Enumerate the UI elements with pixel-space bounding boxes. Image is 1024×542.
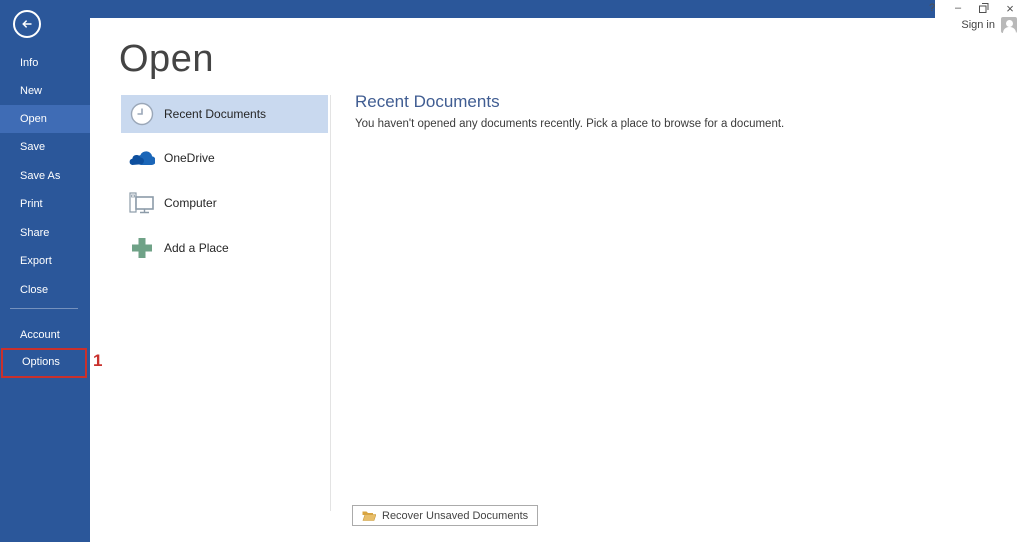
sidebar-item-print[interactable]: Print — [0, 190, 90, 218]
sidebar-item-share[interactable]: Share — [0, 219, 90, 247]
sidebar-item-account[interactable]: Account — [0, 321, 90, 349]
back-button[interactable] — [13, 10, 41, 38]
sidebar-item-export[interactable]: Export — [0, 247, 90, 275]
place-label: Recent Documents — [164, 107, 267, 121]
folder-icon — [362, 510, 376, 521]
panel-divider — [330, 95, 331, 511]
annotation-highlight-box: Options — [1, 348, 87, 378]
help-icon[interactable]: ? — [924, 1, 940, 15]
clock-icon — [129, 101, 155, 127]
sidebar-item-options[interactable]: Options — [2, 348, 92, 376]
place-item-add-a-place[interactable]: Add a Place — [121, 229, 328, 267]
place-label: OneDrive — [164, 151, 215, 165]
sidebar-item-save[interactable]: Save — [0, 133, 90, 161]
back-arrow-icon — [22, 20, 32, 28]
word-backstage-open-view: ? – × Sign in Info New Open Save Save As… — [0, 0, 1024, 542]
minimize-icon[interactable]: – — [950, 1, 966, 15]
place-label: Computer — [164, 196, 217, 210]
sidebar-item-info[interactable]: Info — [0, 49, 90, 77]
sign-in-link[interactable]: Sign in — [961, 19, 995, 31]
sidebar-item-save-as[interactable]: Save As — [0, 162, 90, 190]
window-controls: ? – × — [924, 1, 1018, 16]
recover-button-label: Recover Unsaved Documents — [382, 509, 529, 522]
sidebar-divider — [10, 308, 78, 309]
sidebar-item-new[interactable]: New — [0, 77, 90, 105]
place-item-onedrive[interactable]: OneDrive — [121, 139, 328, 177]
user-avatar-icon[interactable] — [1001, 17, 1017, 33]
page-title: Open — [119, 38, 214, 80]
recent-documents-heading: Recent Documents — [355, 92, 500, 111]
sidebar-item-open[interactable]: Open — [0, 105, 90, 133]
sign-in-area: Sign in — [961, 17, 1017, 33]
annotation-step-number: 1 — [93, 351, 103, 370]
recent-documents-empty-message: You haven't opened any documents recentl… — [355, 118, 785, 130]
place-item-recent-documents[interactable]: Recent Documents — [121, 95, 328, 133]
place-label: Add a Place — [164, 241, 229, 255]
add-place-plus-icon — [129, 235, 155, 261]
restore-icon[interactable] — [976, 1, 992, 15]
backstage-sidebar: Info New Open Save Save As Print Share E… — [0, 0, 90, 542]
sidebar-item-close[interactable]: Close — [0, 276, 90, 304]
recover-unsaved-documents-button[interactable]: Recover Unsaved Documents — [352, 505, 539, 526]
computer-icon — [129, 190, 155, 216]
close-icon[interactable]: × — [1002, 1, 1018, 16]
place-item-computer[interactable]: Computer — [121, 184, 328, 222]
onedrive-cloud-icon — [129, 145, 155, 171]
title-bar — [0, 0, 935, 18]
